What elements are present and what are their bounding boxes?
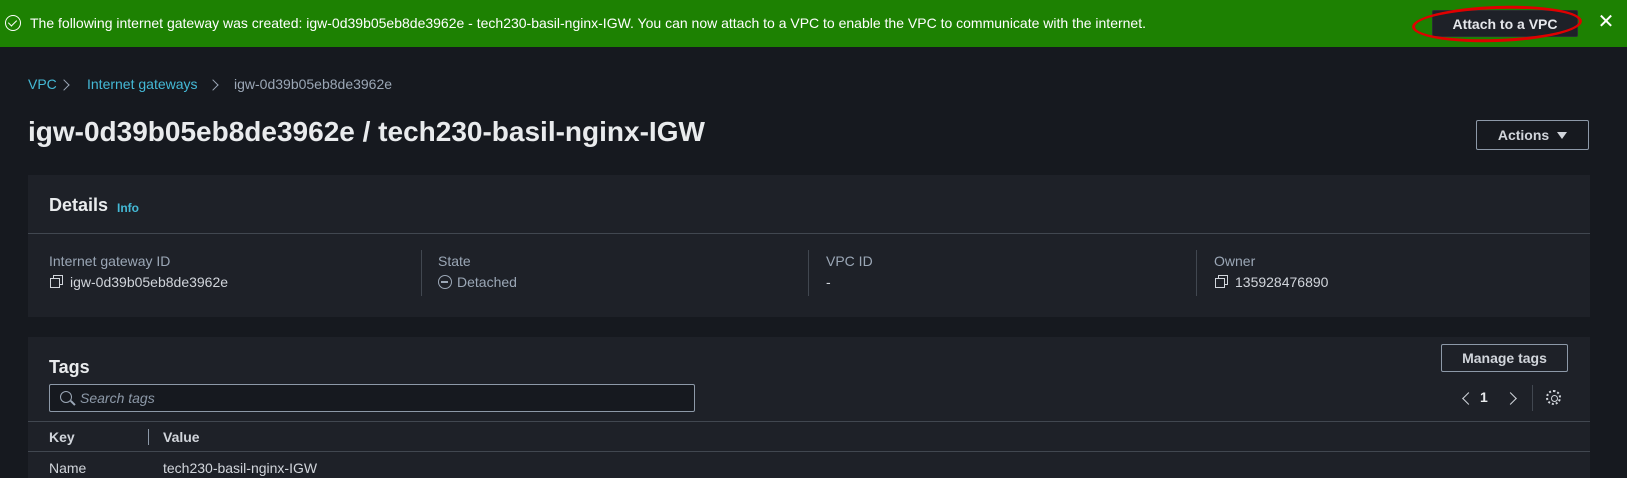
chevron-right-icon[interactable] xyxy=(1504,392,1517,405)
details-panel: Details Info Internet gateway ID igw-0d3… xyxy=(28,175,1590,317)
column-divider xyxy=(148,429,149,445)
page-title: igw-0d39b05eb8de3962e / tech230-basil-ng… xyxy=(28,116,705,147)
vpc-id-label: VPC ID xyxy=(826,253,873,269)
divider xyxy=(1532,385,1533,411)
flash-message: The following internet gateway was creat… xyxy=(30,15,1147,31)
chevron-right-icon xyxy=(58,79,70,91)
info-link[interactable]: Info xyxy=(117,201,139,215)
divider xyxy=(28,233,1590,234)
tags-panel: Tags Manage tags 1 Key Value Name tech23… xyxy=(28,337,1590,478)
copy-icon[interactable] xyxy=(50,275,63,288)
tag-value-cell: tech230-basil-nginx-IGW xyxy=(163,460,318,476)
internet-gateway-id-value: igw-0d39b05eb8de3962e xyxy=(70,274,229,290)
breadcrumb-current: igw-0d39b05eb8de3962e xyxy=(234,76,393,92)
column-header-value[interactable]: Value xyxy=(163,429,200,445)
breadcrumb-vpc[interactable]: VPC xyxy=(28,76,57,92)
owner-label: Owner xyxy=(1214,253,1256,269)
chevron-left-icon[interactable] xyxy=(1462,392,1475,405)
internet-gateway-id-label: Internet gateway ID xyxy=(49,253,171,269)
manage-tags-button[interactable]: Manage tags xyxy=(1441,344,1568,372)
details-heading: Details xyxy=(49,195,109,215)
vpc-id-value: - xyxy=(826,274,831,290)
search-icon xyxy=(60,391,72,403)
column-divider xyxy=(808,250,809,296)
actions-label: Actions xyxy=(1497,127,1550,143)
caret-down-icon xyxy=(1557,131,1568,139)
divider xyxy=(28,451,1590,452)
owner-value: 135928476890 xyxy=(1235,274,1329,290)
state-label: State xyxy=(438,253,471,269)
search-input[interactable] xyxy=(80,385,680,411)
column-divider xyxy=(421,250,422,296)
tags-heading: Tags xyxy=(49,357,90,377)
close-icon[interactable]: ✕ xyxy=(1596,12,1616,32)
state-value: Detached xyxy=(457,274,517,290)
tag-key-cell: Name xyxy=(49,460,87,476)
success-flash-banner: The following internet gateway was creat… xyxy=(0,0,1627,47)
page-number[interactable]: 1 xyxy=(1480,389,1488,405)
attach-to-vpc-button[interactable]: Attach to a VPC xyxy=(1432,10,1578,37)
column-header-key[interactable]: Key xyxy=(49,429,75,445)
divider xyxy=(28,421,1590,422)
chevron-right-icon xyxy=(207,79,219,91)
breadcrumb-internet-gateways[interactable]: Internet gateways xyxy=(87,76,198,92)
search-tags-field[interactable] xyxy=(49,384,695,412)
success-check-icon xyxy=(5,15,21,31)
actions-dropdown-button[interactable]: Actions xyxy=(1476,120,1589,150)
detached-status-icon xyxy=(438,275,452,289)
column-divider xyxy=(1196,250,1197,296)
gear-icon[interactable] xyxy=(1546,390,1561,405)
copy-icon[interactable] xyxy=(1215,275,1228,288)
